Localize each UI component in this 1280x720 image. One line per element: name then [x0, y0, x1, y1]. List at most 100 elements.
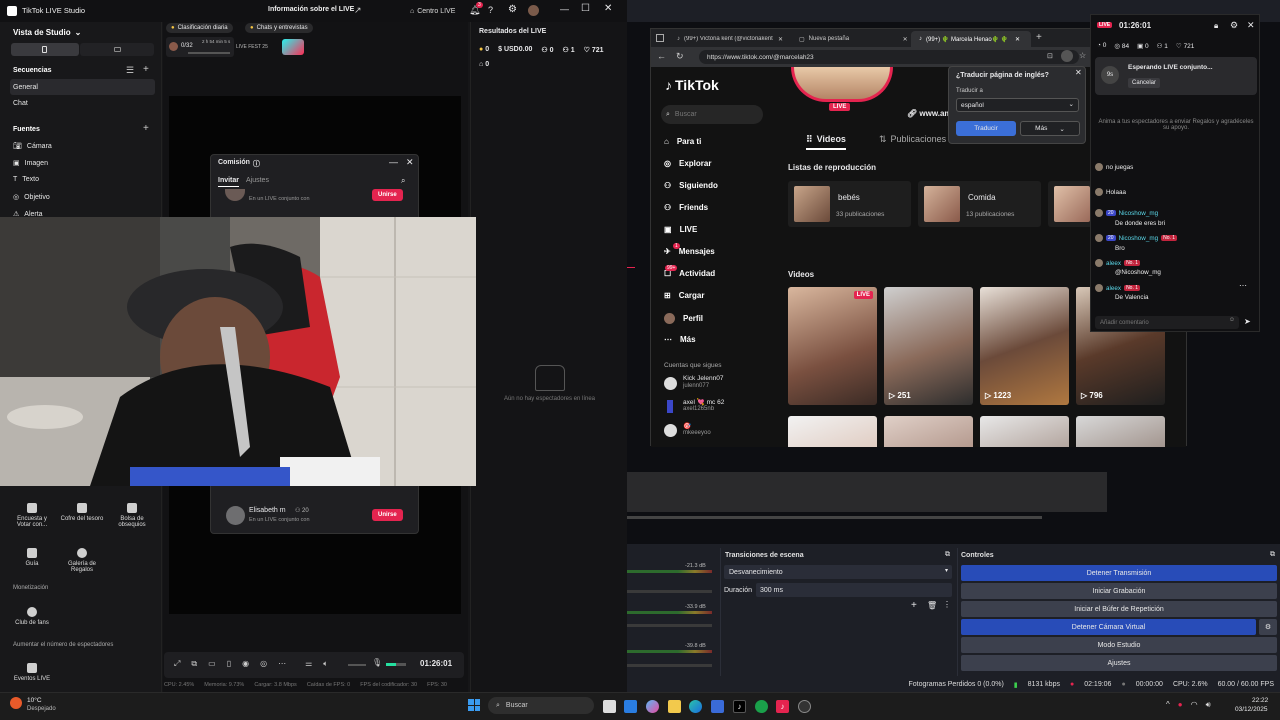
- settings-button[interactable]: Ajustes: [961, 655, 1277, 671]
- nav-upload[interactable]: ⊞ Cargar: [664, 291, 705, 300]
- weather-icon[interactable]: [10, 697, 22, 709]
- close-icon[interactable]: ✕: [406, 157, 414, 168]
- live-fest-widget[interactable]: LIVE FEST 25: [236, 37, 306, 57]
- dock-float-icon[interactable]: ⧉: [1270, 551, 1275, 559]
- star-icon[interactable]: ☆: [1079, 51, 1086, 60]
- tiktok-app-icon[interactable]: ♪: [733, 700, 746, 713]
- source-image[interactable]: ▣ Imagen: [13, 159, 48, 168]
- close-icon[interactable]: ✕: [1075, 68, 1082, 77]
- cancel-button[interactable]: Cancelar: [1128, 78, 1161, 88]
- mic-slider[interactable]: [386, 663, 406, 666]
- clock-time[interactable]: 22:22: [1252, 697, 1268, 704]
- add-transition-icon[interactable]: +: [911, 600, 917, 611]
- source-text[interactable]: T Texto: [13, 176, 39, 183]
- tab-invite[interactable]: Invitar: [218, 177, 240, 187]
- nav-friends[interactable]: ⚇ Friends: [664, 203, 708, 212]
- daily-rank-pill[interactable]: ● Clasificación diaria: [166, 23, 233, 33]
- volume-icon[interactable]: 🔊︎: [1206, 700, 1211, 710]
- nav-messages[interactable]: ✈ Mensajes: [664, 247, 715, 256]
- clock-date[interactable]: 03/12/2025: [1235, 706, 1268, 713]
- video-thumb[interactable]: [980, 416, 1069, 447]
- join-button[interactable]: Unirse: [372, 509, 403, 521]
- transition-select[interactable]: Desvanecimiento ▾: [724, 565, 952, 579]
- tiktok-logo[interactable]: ♪ TikTok: [665, 77, 719, 93]
- layout-icon[interactable]: ⧉: [191, 659, 197, 669]
- add-source-icon[interactable]: +: [143, 123, 149, 134]
- tab-settings[interactable]: Ajustes: [246, 177, 269, 184]
- gift-gallery-tool[interactable]: Galería de Regalos: [60, 543, 104, 585]
- studio-mode-button[interactable]: Modo Estudio: [961, 637, 1277, 653]
- daily-rank-widget[interactable]: 0/32 2 h 54 min 5 s: [166, 37, 234, 57]
- landscape-toggle[interactable]: [80, 43, 154, 56]
- mixer-slider[interactable]: [627, 624, 712, 627]
- minimize-icon[interactable]: —: [560, 4, 569, 14]
- view-mode-dropdown[interactable]: Vista de Studio ⌄: [13, 28, 81, 37]
- dock-float-icon[interactable]: ⧉: [945, 551, 950, 559]
- add-sequence-icon[interactable]: +: [143, 64, 149, 75]
- close-icon[interactable]: ✕: [778, 36, 783, 43]
- share-icon[interactable]: ↗: [354, 5, 362, 16]
- more-icon[interactable]: ⋯: [278, 659, 286, 669]
- mic-icon[interactable]: 🎙︎: [372, 658, 382, 667]
- live-info-button[interactable]: Información sobre el LIVE: [268, 6, 354, 13]
- tab-marcela[interactable]: ♪ (99+) 🌵 Marcela Henao🌵 🌵 ✕: [911, 31, 1031, 47]
- rotate-icon[interactable]: ◎: [260, 659, 267, 669]
- nav-profile[interactable]: Perfil: [664, 313, 703, 324]
- close-icon[interactable]: ✕: [1247, 20, 1255, 31]
- info-icon[interactable]: ⓘ: [253, 159, 260, 169]
- chevron-up-icon[interactable]: ^: [1166, 700, 1170, 710]
- wifi-icon[interactable]: ◠: [1191, 700, 1198, 710]
- tiktok-studio-icon[interactable]: ♪: [776, 700, 789, 713]
- mixer-slider[interactable]: [627, 590, 712, 593]
- maximize-icon[interactable]: ☐: [581, 3, 590, 14]
- video-thumb[interactable]: ▷ 1223: [980, 287, 1069, 405]
- tab-videos[interactable]: ⠿ Videos: [806, 134, 846, 150]
- stop-streaming-button[interactable]: Detener Transmisión: [961, 565, 1277, 581]
- treasure-chest-tool[interactable]: Cofre del tesoro: [60, 498, 104, 540]
- sequence-item-general[interactable]: General: [10, 79, 155, 95]
- minimize-icon[interactable]: —: [389, 157, 398, 167]
- reload-icon[interactable]: ↻: [676, 51, 684, 62]
- search-icon[interactable]: ⌕: [401, 176, 405, 186]
- sequence-item-chat[interactable]: Chat: [13, 100, 28, 107]
- source-goal[interactable]: ◎ Objetivo: [13, 193, 50, 202]
- start-recording-button[interactable]: Iniciar Grabación: [961, 583, 1277, 599]
- comment-input[interactable]: Añadir comentario ☺: [1095, 316, 1239, 329]
- nav-more[interactable]: ⋯ Más: [664, 335, 696, 344]
- chrome-icon[interactable]: [755, 700, 768, 713]
- profile-link[interactable]: 🔗︎ www.am: [907, 109, 952, 118]
- store-icon[interactable]: [711, 700, 724, 713]
- nav-following[interactable]: ⚇ Siguiendo: [664, 181, 718, 190]
- gift-bag-tool[interactable]: Bolsa de obsequios: [110, 498, 154, 540]
- video-thumb[interactable]: ▷ 251: [884, 287, 973, 405]
- start-icon[interactable]: [468, 699, 480, 711]
- guide-tool[interactable]: Guía: [10, 543, 54, 585]
- nav-live[interactable]: ▣ LIVE: [664, 225, 697, 234]
- mail-icon[interactable]: [624, 700, 637, 713]
- equalizer-icon[interactable]: ⚌: [305, 659, 312, 669]
- gear-icon[interactable]: ⚙: [508, 4, 517, 15]
- tray-app-icon[interactable]: ●: [1178, 700, 1183, 710]
- source-camera[interactable]: 📷︎ Cámara: [13, 142, 52, 151]
- chats-interviews-pill[interactable]: ● Chats y entrevistas: [245, 23, 313, 33]
- playlist-card[interactable]: bebés 33 publicaciones: [788, 181, 911, 227]
- speaker-icon[interactable]: 🔈︎: [323, 659, 328, 669]
- close-icon[interactable]: ✕: [903, 36, 908, 43]
- poll-tool[interactable]: Encuesta y Votar con...: [10, 498, 54, 540]
- preview-scrollbar[interactable]: [627, 516, 1042, 519]
- video-thumb[interactable]: [788, 416, 877, 447]
- install-icon[interactable]: ⊡: [1047, 52, 1053, 60]
- close-icon[interactable]: ✕: [604, 3, 612, 14]
- copilot-icon[interactable]: [646, 700, 659, 713]
- emoji-icon[interactable]: ☺: [1229, 317, 1235, 323]
- more-vertical-icon[interactable]: ⋮: [943, 600, 951, 609]
- record-icon[interactable]: ◉: [242, 659, 249, 669]
- more-icon[interactable]: ⋯: [1239, 281, 1247, 290]
- duration-input[interactable]: 300 ms: [756, 583, 952, 597]
- join-button[interactable]: Unirse: [372, 189, 403, 201]
- tab-new[interactable]: ▢ Nueva pestaña ✕: [791, 31, 908, 47]
- url-input[interactable]: https://www.tiktok.com/@marcelah23: [699, 50, 1079, 64]
- tab-menu-icon[interactable]: [656, 34, 664, 42]
- video-thumb[interactable]: [884, 416, 973, 447]
- obs-icon[interactable]: [798, 700, 811, 713]
